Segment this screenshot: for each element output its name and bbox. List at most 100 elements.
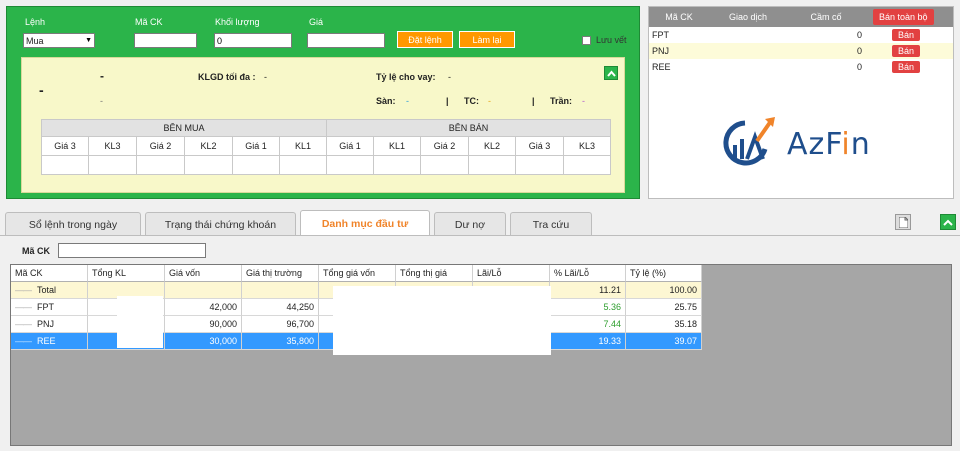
export-icon[interactable] xyxy=(895,214,911,230)
info-name: - xyxy=(100,96,103,106)
separator: | xyxy=(532,96,535,106)
price-label: Giá xyxy=(309,17,324,27)
max-qty-label: KLGD tối đa : xyxy=(198,72,256,82)
row-symbol-text: Total xyxy=(37,285,57,295)
row-market: 96,700 xyxy=(242,316,319,333)
quantity-input[interactable] xyxy=(214,33,292,48)
row-pl-pct: 5.36 xyxy=(550,299,626,316)
ceil-value: - xyxy=(582,96,585,106)
buy-col-header: KL3 xyxy=(89,137,137,156)
orderbook-cell xyxy=(137,156,185,175)
orderbook-cell xyxy=(233,156,280,175)
symbol-label: Mã CK xyxy=(135,17,163,27)
symbol-filter-input[interactable] xyxy=(58,243,206,258)
separator: | xyxy=(446,96,449,106)
chevron-up-icon[interactable] xyxy=(940,214,956,230)
row-symbol: —— REE xyxy=(11,333,88,350)
row-cost xyxy=(165,282,242,299)
row-symbol-text: PNJ xyxy=(37,319,55,329)
buy-col-header: KL1 xyxy=(280,137,327,156)
row-market xyxy=(242,282,319,299)
holding-symbol: REE xyxy=(652,62,671,72)
sell-button[interactable]: Bán xyxy=(891,29,920,41)
sell-side-header: BÊN BÁN xyxy=(327,119,611,137)
order-panel: Lệnh Mua ▼ Mã CK Khối lượng Giá Đặt lệnh… xyxy=(6,6,640,199)
info-price: - xyxy=(39,82,44,98)
row-symbol-text: FPT xyxy=(37,302,54,312)
redaction-mask xyxy=(117,296,163,348)
col-trade-header: Giao dịch xyxy=(728,12,768,22)
row-cost: 90,000 xyxy=(165,316,242,333)
row-pl-pct: 19.33 xyxy=(550,333,626,350)
sell-col-header: KL3 xyxy=(564,137,611,156)
sell-button[interactable]: Bán xyxy=(891,61,920,73)
tab-lookup[interactable]: Tra cứu xyxy=(510,212,592,236)
row-market: 44,250 xyxy=(242,299,319,316)
tab-divider xyxy=(0,235,960,236)
tab-securities-status[interactable]: Trạng thái chứng khoán xyxy=(145,212,296,236)
save-log-checkbox[interactable] xyxy=(582,36,591,45)
buy-side-header: BÊN MUA xyxy=(41,119,327,137)
holding-row: PNJ 0 Bán xyxy=(649,43,953,59)
holding-symbol: PNJ xyxy=(652,46,670,56)
holdings-header: Mã CK Giao dịch Cầm cố Bán toàn bộ xyxy=(649,7,953,27)
sell-all-button[interactable]: Bán toàn bộ xyxy=(873,9,934,25)
orderbook-cell xyxy=(280,156,327,175)
sell-col-header: Giá 1 xyxy=(327,137,374,156)
logo-text-accent: i xyxy=(841,127,851,162)
orderbook-cell xyxy=(185,156,233,175)
sell-button[interactable]: Bán xyxy=(891,45,920,57)
col-header[interactable]: Tổng giá vốn xyxy=(319,265,396,282)
place-order-button[interactable]: Đặt lệnh xyxy=(397,31,453,48)
ref-value: - xyxy=(488,96,491,106)
col-header[interactable]: Giá thị trường xyxy=(242,265,319,282)
save-log-label: Lưu vết xyxy=(596,35,627,45)
orderbook-cell xyxy=(516,156,564,175)
logo-text-part: n xyxy=(850,127,871,162)
order-book: BÊN MUA BÊN BÁN Giá 3 KL3 Giá 2 KL2 Giá … xyxy=(41,119,619,175)
col-header[interactable]: Lãi/Lỗ xyxy=(473,265,550,282)
azfin-logo-mark xyxy=(723,117,775,166)
grid-header-row: Mã CK Tổng KL Giá vốn Giá thị trường Tổn… xyxy=(11,265,951,282)
loan-ratio-label: Tỷ lệ cho vay: xyxy=(376,72,436,82)
col-header[interactable]: Mã CK xyxy=(11,265,88,282)
tab-portfolio[interactable]: Danh mục đầu tư xyxy=(300,210,430,236)
col-header[interactable]: Giá vốn xyxy=(165,265,242,282)
tab-debt[interactable]: Dư nợ xyxy=(434,212,506,236)
sell-col-header: KL1 xyxy=(374,137,421,156)
reset-button[interactable]: Làm lại xyxy=(459,31,515,48)
chevron-down-icon: ▼ xyxy=(85,37,92,44)
col-header[interactable]: Tổng KL xyxy=(88,265,165,282)
portfolio-grid: Mã CK Tổng KL Giá vốn Giá thị trường Tổn… xyxy=(10,264,952,446)
row-ratio: 35.18 xyxy=(626,316,702,333)
orderbook-cell xyxy=(89,156,137,175)
tab-daily-orders[interactable]: Sổ lệnh trong ngày xyxy=(5,212,141,236)
holding-symbol: FPT xyxy=(652,30,669,40)
holding-pledged: 0 xyxy=(856,30,862,40)
row-cost: 42,000 xyxy=(165,299,242,316)
holding-row: REE 0 Bán xyxy=(649,59,953,75)
orderbook-cell xyxy=(421,156,469,175)
side-select[interactable]: Mua ▼ xyxy=(23,33,95,48)
logo-text-part: AzF xyxy=(787,127,842,162)
sell-col-header: KL2 xyxy=(469,137,516,156)
col-header[interactable]: % Lãi/Lỗ xyxy=(550,265,626,282)
col-header[interactable]: Tỷ lệ (%) xyxy=(626,265,702,282)
orderbook-cell xyxy=(469,156,516,175)
holdings-panel: Mã CK Giao dịch Cầm cố Bán toàn bộ FPT 0… xyxy=(648,6,954,199)
chevron-up-icon[interactable] xyxy=(604,66,618,80)
col-header[interactable]: Tổng thị giá xyxy=(396,265,473,282)
symbol-input[interactable] xyxy=(134,33,197,48)
row-cost: 30,000 xyxy=(165,333,242,350)
row-ratio: 39.07 xyxy=(626,333,702,350)
price-input[interactable] xyxy=(307,33,385,48)
orderbook-cell xyxy=(374,156,421,175)
row-pl-pct: 7.44 xyxy=(550,316,626,333)
info-symbol: - xyxy=(100,69,104,83)
floor-label: Sàn: xyxy=(376,96,396,106)
row-ratio: 25.75 xyxy=(626,299,702,316)
redaction-mask xyxy=(333,286,551,355)
ref-label: TC: xyxy=(464,96,479,106)
row-ratio: 100.00 xyxy=(626,282,702,299)
loan-ratio-value: - xyxy=(448,72,451,82)
